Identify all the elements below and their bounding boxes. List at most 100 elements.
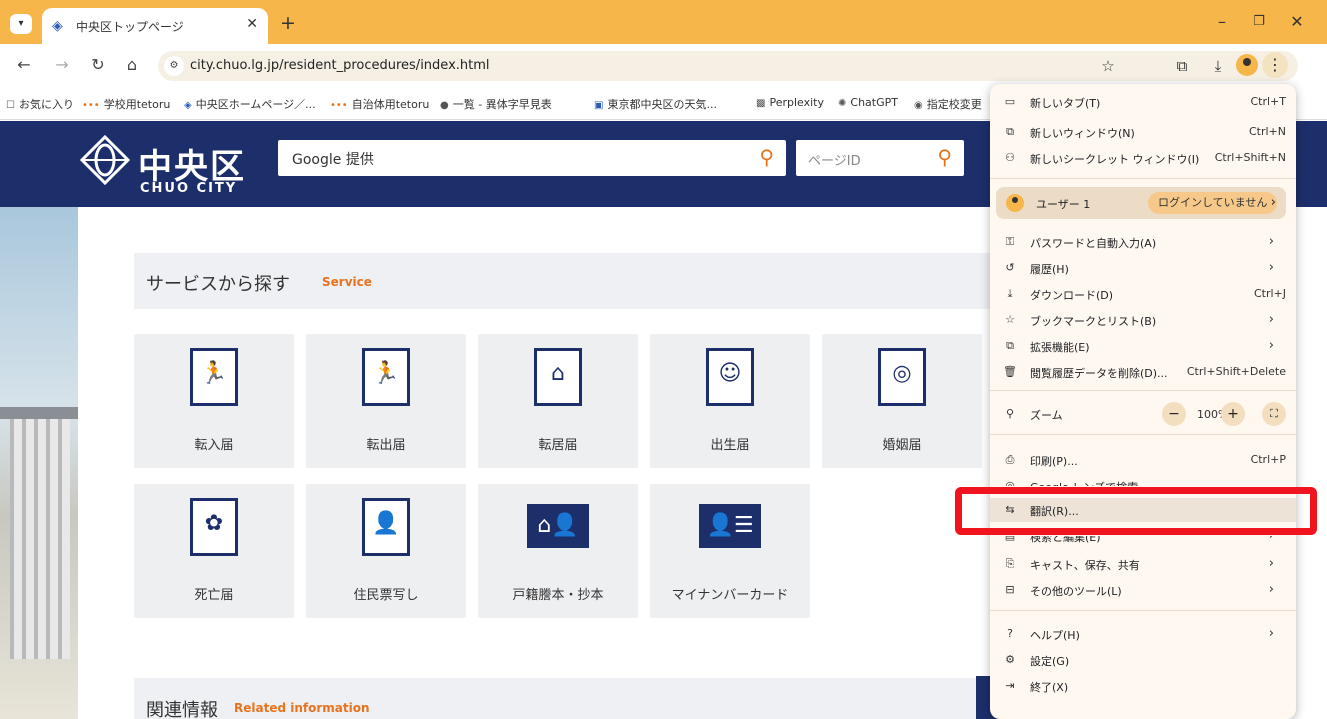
zoom-out-button[interactable]: − xyxy=(1162,402,1186,426)
reload-button[interactable]: ↻ xyxy=(88,55,108,74)
chevron-right-icon: › xyxy=(1268,312,1274,327)
section-subtitle: Service xyxy=(322,275,372,289)
tab-search-button[interactable]: ▾ xyxy=(10,14,32,34)
service-card-resident-record[interactable]: 👤 住民票写し xyxy=(306,484,466,618)
chuo-logo-icon[interactable] xyxy=(80,135,130,185)
back-button[interactable]: ← xyxy=(14,55,34,74)
menu-more-tools[interactable]: ⊟ その他のツール(L) › xyxy=(990,578,1296,602)
address-bar[interactable]: ⚙ city.chuo.lg.jp/resident_procedures/in… xyxy=(158,51,1298,81)
moving-out-icon: 🏃 xyxy=(362,348,410,406)
menu-print[interactable]: ⎙ 印刷(P)... Ctrl+P xyxy=(990,448,1296,472)
service-card-death[interactable]: ✿ 死亡届 xyxy=(134,484,294,618)
page-id-input[interactable]: ページID ⚲ xyxy=(796,140,964,176)
service-card-moving-in[interactable]: 🏃 転入届 xyxy=(134,334,294,468)
history-icon: ↺ xyxy=(1005,261,1015,274)
service-card-birth[interactable]: ☺ 出生届 xyxy=(650,334,810,468)
chrome-menu-button[interactable]: ⋮ xyxy=(1262,52,1288,78)
service-card-moving-out[interactable]: 🏃 転出届 xyxy=(306,334,466,468)
moving-in-icon: 🏃 xyxy=(190,348,238,406)
menu-new-tab[interactable]: ▭ 新しいタブ(T) Ctrl+T xyxy=(990,90,1296,114)
fullscreen-icon[interactable]: ⛶ xyxy=(1262,402,1286,426)
card-label: 転入届 xyxy=(194,438,234,453)
bookmark-item[interactable]: ☐ お気に入り xyxy=(6,96,74,112)
menu-bookmarks[interactable]: ☆ ブックマークとリスト(B) › xyxy=(990,308,1296,332)
card-label: 戸籍謄本・抄本 xyxy=(512,588,604,603)
menu-passwords[interactable]: ⚿ パスワードと自動入力(A) › xyxy=(990,230,1296,254)
related-title: 関連情報 xyxy=(146,700,218,719)
bookmark-item[interactable]: ••• 学校用tetoru xyxy=(82,96,170,112)
service-section-header: サービスから探す Service xyxy=(134,253,994,309)
help-icon: ? xyxy=(1007,627,1013,640)
share-icon: ⎘ xyxy=(1005,557,1015,570)
menu-exit[interactable]: ⇥ 終了(X) xyxy=(990,674,1296,698)
forward-button[interactable]: → xyxy=(52,55,72,74)
browser-toolbar: ← → ↻ ⌂ ⚙ city.chuo.lg.jp/resident_proce… xyxy=(0,44,1327,86)
menu-new-window[interactable]: ⧉ 新しいウィンドウ(N) Ctrl+N xyxy=(990,120,1296,144)
bookmark-item[interactable]: ✺ ChatGPT xyxy=(838,96,898,109)
search-icon[interactable]: ⚲ xyxy=(937,145,952,169)
bookmark-item[interactable]: ◈ 中央区ホームページ／... xyxy=(184,96,316,112)
tab-title: 中央区トップページ xyxy=(76,20,184,34)
menu-help[interactable]: ? ヘルプ(H) › xyxy=(990,622,1296,646)
tetoru-icon: ••• xyxy=(330,100,348,111)
service-card-family-register[interactable]: ⌂👤 戸籍謄本・抄本 xyxy=(478,484,638,618)
new-tab-button[interactable]: + xyxy=(280,12,296,34)
menu-cast-save-share[interactable]: ⎘ キャスト、保存、共有 › xyxy=(990,552,1296,576)
site-info-icon[interactable]: ⚙ xyxy=(164,56,184,76)
service-card-marriage[interactable]: ◎ 婚姻届 xyxy=(822,334,982,468)
chuo-favicon-icon: ◈ xyxy=(184,100,192,111)
restore-button[interactable]: ❐ xyxy=(1249,14,1269,29)
card-label: 出生届 xyxy=(710,438,750,453)
menu-extensions[interactable]: ⧉ 拡張機能(E) › xyxy=(990,334,1296,358)
extensions-icon[interactable]: ⧉ xyxy=(1172,57,1192,75)
chevron-right-icon: › xyxy=(1268,234,1274,249)
home-button[interactable]: ⌂ xyxy=(122,55,142,74)
active-tab[interactable]: ◈ 中央区トップページ ✕ xyxy=(42,8,268,44)
my-number-card-icon: 👤☰ xyxy=(699,504,761,548)
menu-clear-data[interactable]: 🗑 閲覧履歴データを削除(D)... Ctrl+Shift+Delete xyxy=(990,360,1296,384)
menu-divider xyxy=(990,434,1296,435)
site-search-input[interactable]: Google 提供 ⚲ xyxy=(278,140,786,176)
bookmark-item[interactable]: ● 一覧 - 異体字早見表 xyxy=(440,96,552,112)
translate-highlight-box xyxy=(955,487,1317,535)
url-text: city.chuo.lg.jp/resident_procedures/inde… xyxy=(190,58,490,73)
menu-downloads[interactable]: ⤓ ダウンロード(D) Ctrl+J xyxy=(990,282,1296,306)
menu-divider xyxy=(990,178,1296,179)
menu-divider xyxy=(990,610,1296,611)
chatgpt-icon: ✺ xyxy=(838,98,847,109)
chevron-right-icon: › xyxy=(1268,260,1274,275)
birth-icon: ☺ xyxy=(706,348,754,406)
search-icon[interactable]: ⚲ xyxy=(759,145,774,169)
bookmark-item[interactable]: ▣ 東京都中央区の天気... xyxy=(594,96,717,112)
card-label: 死亡届 xyxy=(194,588,234,603)
bookmark-star-icon[interactable]: ☆ xyxy=(1098,57,1118,75)
key-icon: ⚿ xyxy=(1005,235,1015,248)
card-label: 婚姻届 xyxy=(882,438,922,453)
tab-close-icon[interactable]: ✕ xyxy=(246,16,258,32)
menu-incognito[interactable]: ⚇ 新しいシークレット ウィンドウ(I) Ctrl+Shift+N xyxy=(990,146,1296,170)
related-section-header: 関連情報 Related information xyxy=(134,678,994,719)
family-register-icon: ⌂👤 xyxy=(527,504,589,548)
minimize-button[interactable]: – xyxy=(1212,12,1232,31)
card-label: 転出届 xyxy=(366,438,406,453)
bookmark-item[interactable]: ◉ 指定校変更 xyxy=(914,96,982,112)
profile-avatar[interactable] xyxy=(1236,54,1258,76)
zoom-in-button[interactable]: + xyxy=(1221,402,1245,426)
chevron-right-icon: › xyxy=(1268,338,1274,353)
search-placeholder: Google 提供 xyxy=(292,152,374,168)
chuo-favicon-icon: ◈ xyxy=(52,18,63,34)
star-icon: ☆ xyxy=(1005,313,1015,326)
service-card-my-number[interactable]: 👤☰ マイナンバーカード xyxy=(650,484,810,618)
extensions-icon: ⧉ xyxy=(1006,339,1014,352)
service-card-relocation[interactable]: ⌂ 転居届 xyxy=(478,334,638,468)
menu-profile[interactable]: ユーザー 1 ログインしていません › xyxy=(996,187,1286,219)
close-window-button[interactable]: ✕ xyxy=(1287,12,1307,31)
menu-divider xyxy=(990,390,1296,391)
page-id-placeholder: ページID xyxy=(808,154,861,169)
bookmark-item[interactable]: ••• 自治体用tetoru xyxy=(330,96,429,112)
download-icon[interactable]: ⤓ xyxy=(1208,57,1228,75)
menu-settings[interactable]: ⚙ 設定(G) xyxy=(990,648,1296,672)
bookmark-item[interactable]: ▩ Perplexity xyxy=(756,96,824,109)
menu-history[interactable]: ↺ 履歴(H) › xyxy=(990,256,1296,280)
new-tab-icon: ▭ xyxy=(1004,95,1016,108)
